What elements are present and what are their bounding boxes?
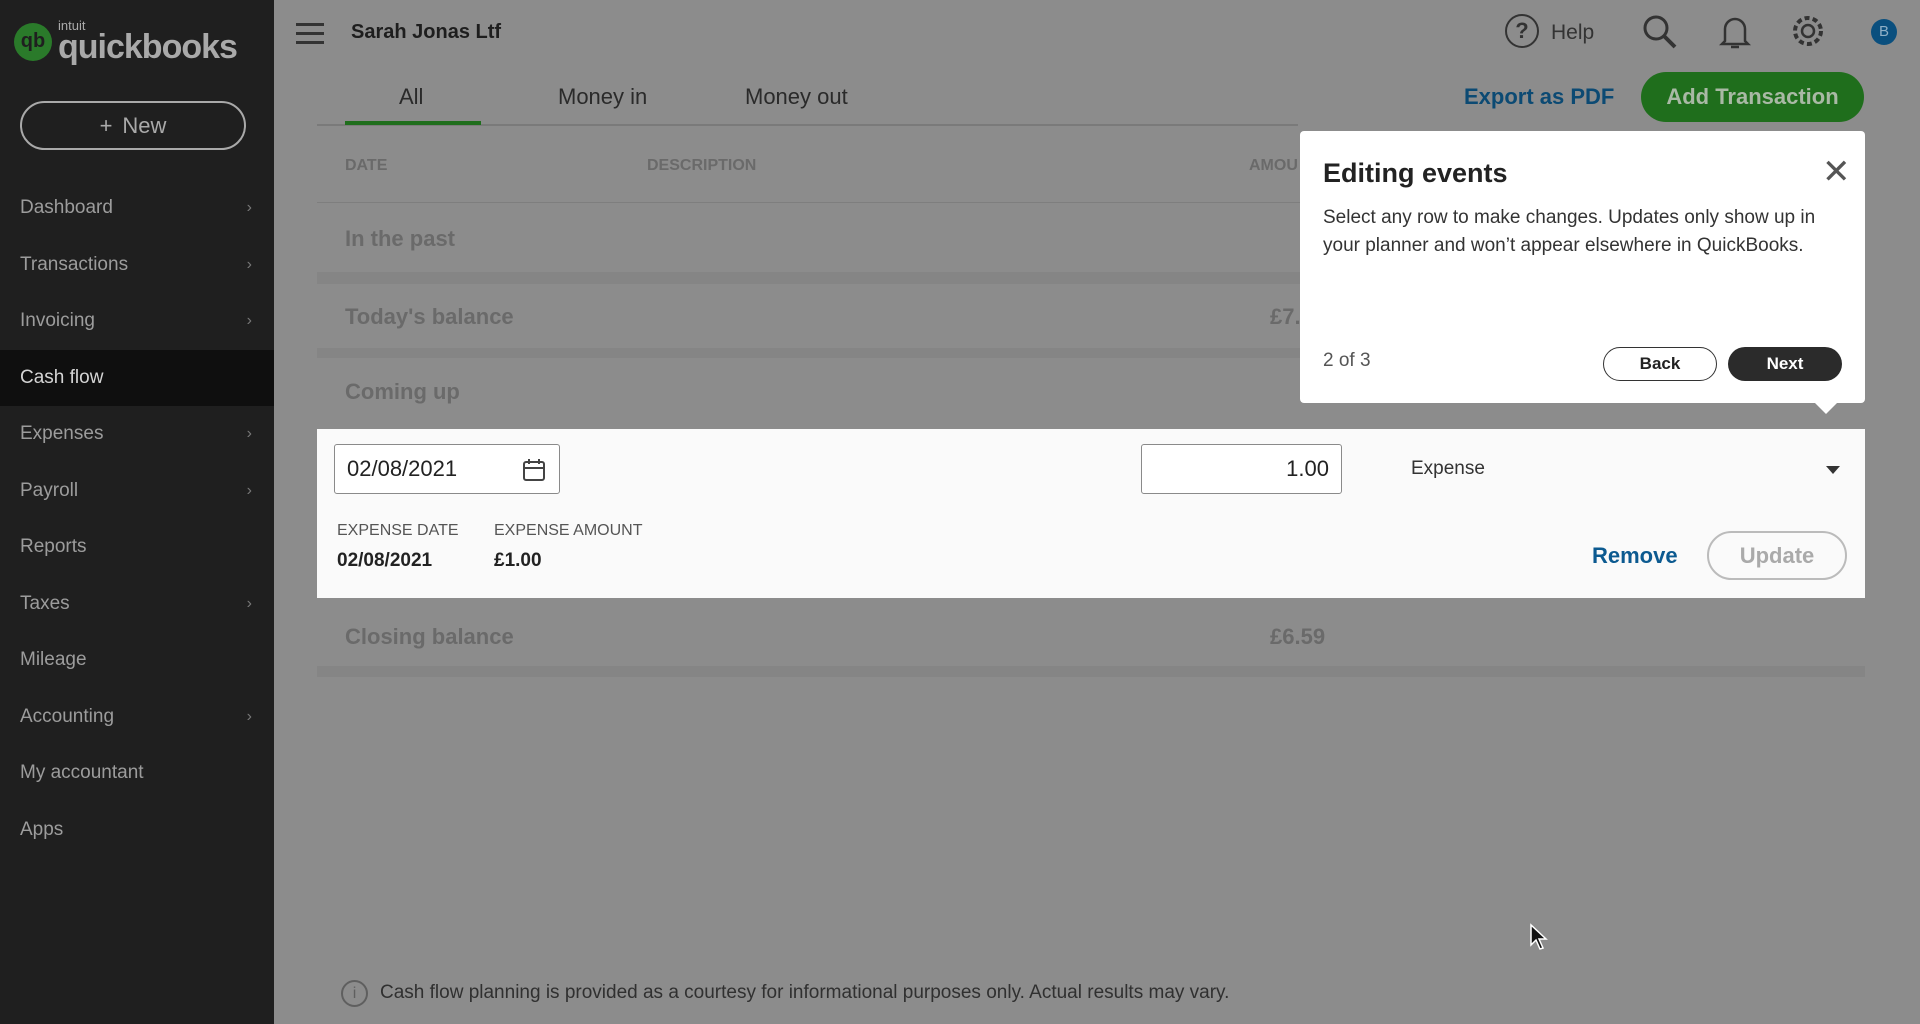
gear-icon[interactable] <box>1789 12 1827 50</box>
expense-date-value: 02/08/2021 <box>337 550 433 571</box>
plus-icon: + <box>99 112 113 138</box>
logo-text: quickbooks <box>58 28 238 66</box>
type-select[interactable]: Expense <box>1411 458 1485 480</box>
search-icon[interactable] <box>1641 13 1679 51</box>
popover-title: Editing events <box>1323 158 1508 188</box>
chevron-right-icon: › <box>246 707 252 725</box>
todays-balance-amount: £7. <box>1270 304 1301 329</box>
avatar[interactable]: B <box>1871 19 1897 45</box>
sidebar-item-label: Mileage <box>20 649 87 670</box>
tab-money-in[interactable]: Money in <box>558 84 647 110</box>
sidebar-item-invoicing[interactable]: Invoicing › <box>0 293 274 349</box>
quickbooks-logo[interactable]: qb intuit quickbooks <box>14 16 238 67</box>
logo-brand: intuit <box>58 18 86 33</box>
sidebar-item-label: Accounting <box>20 705 115 727</box>
amount-input[interactable]: 1.00 <box>1141 444 1342 494</box>
sidebar-item-apps[interactable]: Apps <box>0 802 274 858</box>
company-name: Sarah Jonas Ltf <box>351 21 502 43</box>
back-button[interactable]: Back <box>1603 347 1717 381</box>
sidebar-item-mileage[interactable]: Mileage <box>0 632 274 688</box>
row-todays-balance: Today's balance <box>345 304 514 329</box>
chevron-right-icon: › <box>246 594 252 612</box>
next-button[interactable]: Next <box>1728 347 1842 381</box>
sidebar-item-label: My accountant <box>20 762 144 783</box>
sidebar-item-transactions[interactable]: Transactions › <box>0 237 274 293</box>
help-icon[interactable]: ? <box>1505 14 1539 48</box>
active-tab-indicator <box>345 121 481 125</box>
tab-all[interactable]: All <box>399 84 423 110</box>
sidebar-item-label: Expenses <box>20 423 104 444</box>
date-input[interactable]: 02/08/2021 <box>334 444 560 494</box>
sidebar-item-cash-flow[interactable]: Cash flow <box>0 349 274 406</box>
row-coming-up: Coming up <box>345 379 460 404</box>
footer-disclaimer: Cash flow planning is provided as a cour… <box>380 982 1230 1003</box>
calendar-icon[interactable] <box>523 458 545 482</box>
chevron-right-icon: › <box>246 312 252 329</box>
expense-date-label: EXPENSE DATE <box>337 522 459 539</box>
sidebar-item-label: Apps <box>20 818 64 840</box>
sidebar-item-label: Invoicing <box>20 310 95 331</box>
bell-icon[interactable] <box>1718 13 1752 51</box>
row-closing-balance: Closing balance <box>345 624 514 649</box>
export-pdf-link[interactable]: Export as PDF <box>1464 84 1614 110</box>
sidebar-item-my-accountant[interactable]: My accountant <box>0 745 274 801</box>
sidebar-item-taxes[interactable]: Taxes › <box>0 576 274 632</box>
sidebar-item-label: Cash flow <box>20 366 104 388</box>
sidebar-item-label: Transactions <box>20 253 129 275</box>
help-label[interactable]: Help <box>1551 21 1594 45</box>
tab-money-out[interactable]: Money out <box>745 84 848 110</box>
mouse-cursor-icon <box>1530 923 1548 950</box>
column-date: DATE <box>345 157 388 174</box>
sidebar-item-label: Reports <box>20 536 87 557</box>
row-separator <box>317 666 1865 677</box>
menu-icon[interactable] <box>296 20 324 44</box>
sidebar-item-reports[interactable]: Reports <box>0 519 274 575</box>
sidebar: qb intuit quickbooks + New Dashboard › Tran… <box>0 0 274 1024</box>
column-description: DESCRIPTION <box>647 157 757 174</box>
sidebar-item-payroll[interactable]: Payroll › <box>0 463 274 519</box>
sidebar-item-dashboard[interactable]: Dashboard › <box>0 180 274 236</box>
popover-body: Select any row to make changes. Updates … <box>1323 207 1816 256</box>
sidebar-item-label: Payroll <box>20 479 79 501</box>
remove-link[interactable]: Remove <box>1592 543 1678 569</box>
closing-balance-amount: £6.59 <box>1270 624 1326 649</box>
chevron-right-icon: › <box>246 481 252 499</box>
update-button[interactable]: Update <box>1707 531 1847 580</box>
caret-down-icon[interactable] <box>1826 466 1840 474</box>
sidebar-item-accounting[interactable]: Accounting › <box>0 689 274 745</box>
new-button[interactable]: + New <box>20 101 246 150</box>
step-counter: 2 of 3 <box>1323 350 1371 371</box>
expense-amount-label: EXPENSE AMOUNT <box>494 522 643 539</box>
sidebar-item-expenses[interactable]: Expenses › <box>0 406 274 462</box>
chevron-right-icon: › <box>246 425 252 442</box>
row-in-the-past[interactable]: In the past <box>345 226 455 252</box>
chevron-right-icon: › <box>246 199 252 216</box>
info-icon: i <box>341 980 368 1007</box>
popover-arrow <box>1814 402 1838 414</box>
expense-amount-value: £1.00 <box>494 550 542 571</box>
tour-popover: Editing events ✕ Select any row to make … <box>1300 131 1865 414</box>
add-transaction-button[interactable]: Add Transaction <box>1641 72 1864 122</box>
column-amount: AMOU <box>1249 157 1298 174</box>
sidebar-item-label: Dashboard <box>20 197 113 218</box>
sidebar-item-label: Taxes <box>20 592 70 614</box>
chevron-right-icon: › <box>246 255 252 273</box>
close-icon[interactable]: ✕ <box>1822 155 1851 189</box>
qb-logo-icon: qb <box>14 22 52 61</box>
